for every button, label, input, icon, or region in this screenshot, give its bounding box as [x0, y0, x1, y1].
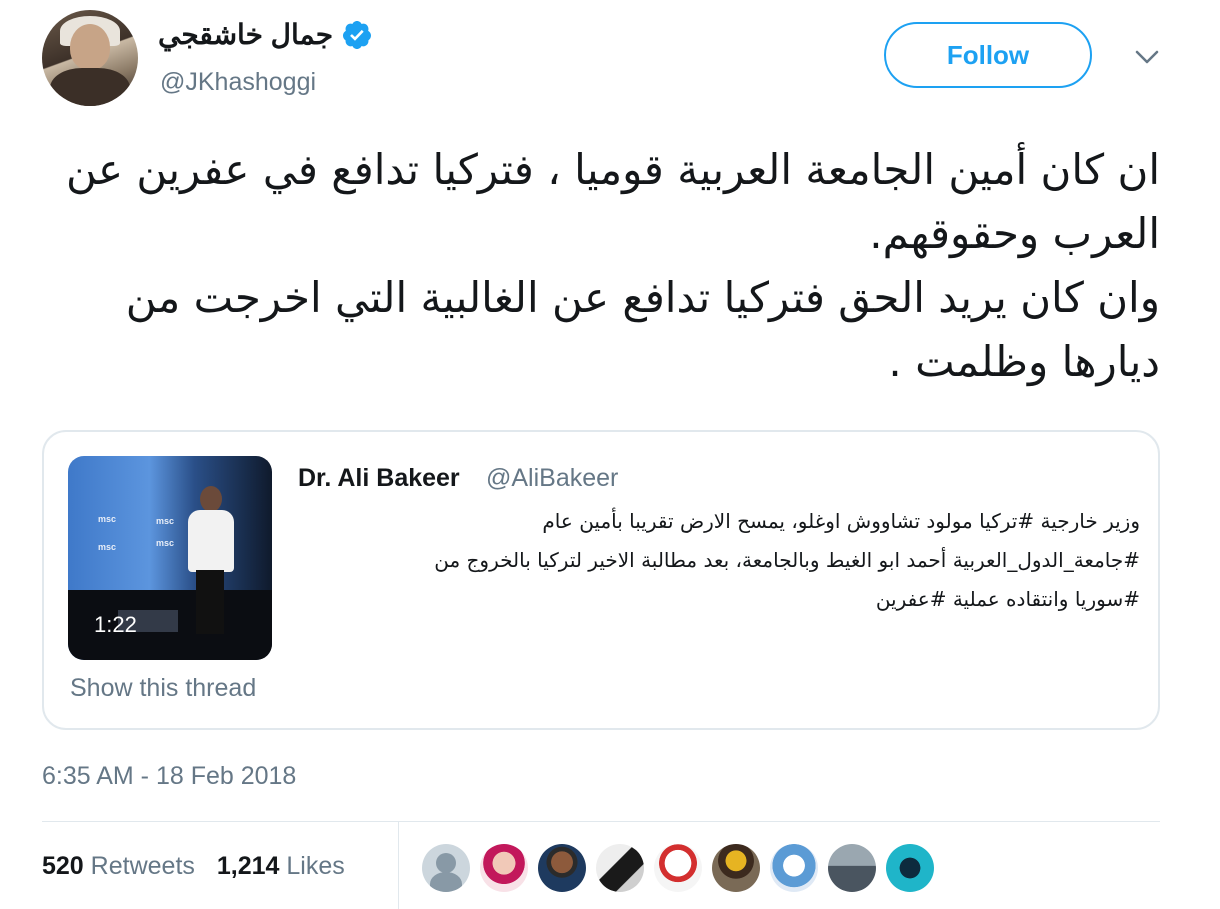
- tweet-timestamp[interactable]: 6:35 AM - 18 Feb 2018: [42, 762, 296, 791]
- video-thumbnail[interactable]: msc msc msc msc 1:22: [68, 456, 272, 660]
- quoted-author-name: Dr. Ali Bakeer: [298, 464, 460, 492]
- chevron-down-icon[interactable]: [1134, 48, 1160, 66]
- liker-avatar[interactable]: [828, 844, 876, 892]
- quoted-author-handle: @AliBakeer: [486, 464, 619, 492]
- divider: [42, 821, 1160, 822]
- retweets-label: Retweets: [90, 852, 195, 880]
- liker-avatar[interactable]: [422, 844, 470, 892]
- tweet-line: وان كان يريد الحق فتركيا تدافع عن الغالب…: [125, 273, 1160, 386]
- quoted-tweet-line: #جامعة_الدول_العربية أحمد ابو الغيط وبال…: [434, 548, 1140, 572]
- author-name-row[interactable]: جمال خاشقجي: [158, 18, 373, 51]
- tweet-line: ان كان أمين الجامعة العربية قوميا ، فترك…: [65, 145, 1160, 258]
- retweets-count: 520: [42, 852, 84, 880]
- likes-label: Likes: [286, 852, 345, 880]
- quoted-tweet-text: وزير خارجية #تركيا مولود تشاووش اوغلو، ي…: [344, 502, 1140, 619]
- video-duration: 1:22: [94, 612, 137, 637]
- tweet-stats: 520 Retweets 1,214 Likes: [42, 852, 345, 881]
- liker-avatar[interactable]: [886, 844, 934, 892]
- verified-badge-icon: [343, 20, 372, 49]
- likes-count: 1,214: [216, 852, 280, 880]
- author-name[interactable]: جمال خاشقجي: [158, 18, 333, 51]
- liker-avatar[interactable]: [596, 844, 644, 892]
- liker-avatar[interactable]: [654, 844, 702, 892]
- liker-avatar[interactable]: [538, 844, 586, 892]
- likers-avatars: [422, 844, 934, 892]
- quoted-tweet-card[interactable]: msc msc msc msc 1:22 Dr. Ali Bakeer @Ali…: [42, 430, 1160, 730]
- liker-avatar[interactable]: [770, 844, 818, 892]
- likes-stat[interactable]: 1,214 Likes: [217, 852, 345, 881]
- quoted-tweet-line: وزير خارجية #تركيا مولود تشاووش اوغلو، ي…: [542, 509, 1140, 533]
- retweets-stat[interactable]: 520 Retweets: [42, 852, 195, 881]
- follow-button[interactable]: Follow: [884, 22, 1092, 88]
- show-thread-link[interactable]: Show this thread: [70, 674, 256, 703]
- liker-avatar[interactable]: [480, 844, 528, 892]
- tweet-text: ان كان أمين الجامعة العربية قوميا ، فترك…: [40, 138, 1160, 394]
- liker-avatar[interactable]: [712, 844, 760, 892]
- stats-divider: [398, 822, 399, 909]
- quoted-tweet-line: #سوريا وانتقاده عملية #عفرين: [875, 587, 1140, 611]
- author-avatar[interactable]: [42, 10, 138, 106]
- author-handle[interactable]: @JKhashoggi: [160, 68, 316, 97]
